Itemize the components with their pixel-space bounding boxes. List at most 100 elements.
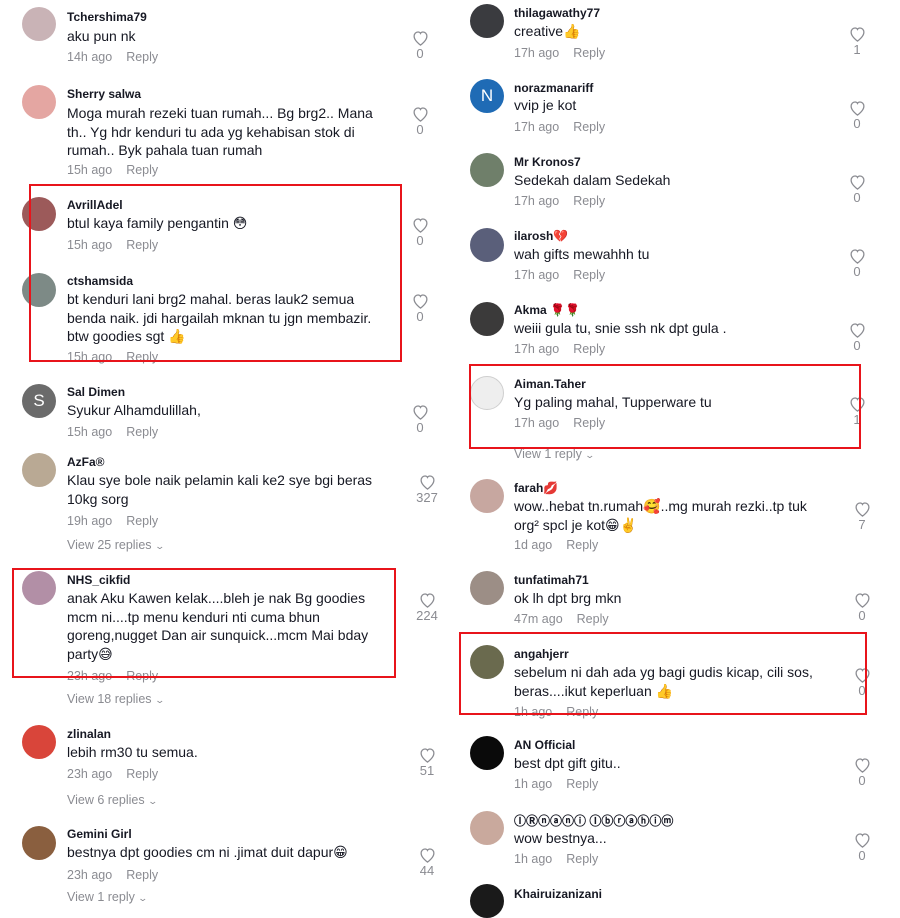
like-button[interactable]: 327	[415, 474, 439, 506]
reply-button[interactable]: Reply	[566, 852, 598, 866]
avatar[interactable]	[22, 197, 56, 231]
reply-button[interactable]: Reply	[566, 705, 598, 719]
avatar[interactable]	[22, 571, 56, 605]
avatar[interactable]	[22, 85, 56, 119]
comment-username[interactable]: Sherry salwa	[67, 87, 141, 101]
reply-button[interactable]: Reply	[573, 120, 605, 134]
like-button[interactable]: 44	[415, 847, 439, 879]
like-button[interactable]: 1	[845, 26, 869, 58]
heart-icon	[854, 668, 870, 683]
avatar[interactable]	[22, 725, 56, 759]
comment-username[interactable]: Khairuizanizani	[514, 887, 602, 901]
like-count: 0	[858, 773, 866, 788]
comment-username[interactable]: ⒾⓇⓝⓐⓝⓘ Ⓘⓑⓡⓐⓗⓘⓜ	[514, 812, 673, 829]
avatar[interactable]	[470, 884, 504, 918]
like-count: 0	[858, 683, 866, 698]
avatar[interactable]	[470, 302, 504, 336]
comment-username[interactable]: zlinalan	[67, 727, 111, 741]
comment-text: Moga murah rezeki tuan rumah... Bg brg2.…	[67, 105, 373, 158]
heart-icon	[854, 833, 870, 848]
avatar[interactable]	[470, 571, 504, 605]
heart-icon	[419, 848, 435, 863]
comment-meta: 47m ago Reply	[514, 612, 609, 626]
like-button[interactable]: 0	[408, 106, 432, 138]
comment-meta: 1d ago Reply	[514, 538, 598, 552]
like-button[interactable]: 0	[850, 667, 874, 699]
comment-username[interactable]: NHS_cikfid	[67, 573, 130, 587]
comment-username[interactable]: angahjerr	[514, 647, 569, 661]
comment-username[interactable]: Mr Kronos7	[514, 155, 581, 169]
comment-username[interactable]: Aiman.Taher	[514, 377, 586, 391]
like-button[interactable]: 1	[845, 396, 869, 428]
avatar-letter: S	[33, 391, 45, 410]
view-replies-button[interactable]: View 1 reply ⌄	[67, 890, 148, 904]
avatar[interactable]	[22, 7, 56, 41]
comment-username[interactable]: ctshamsida	[67, 274, 133, 288]
comment-username[interactable]: tunfatimah71	[514, 573, 589, 587]
like-button[interactable]: 0	[845, 100, 869, 132]
chevron-down-icon: ⌄	[137, 893, 148, 903]
comment-username[interactable]: norazmanariff	[514, 81, 593, 95]
avatar[interactable]	[470, 4, 504, 38]
like-button[interactable]: 0	[845, 322, 869, 354]
reply-button[interactable]: Reply	[126, 350, 158, 364]
avatar[interactable]: N	[470, 79, 504, 113]
avatar[interactable]	[470, 376, 504, 410]
view-replies-button[interactable]: View 6 replies ⌄	[67, 793, 158, 807]
avatar[interactable]	[470, 736, 504, 770]
view-replies-button[interactable]: View 1 reply ⌄	[514, 447, 595, 461]
reply-button[interactable]: Reply	[573, 46, 605, 60]
reply-button[interactable]: Reply	[566, 538, 598, 552]
comment-username[interactable]: AN Official	[514, 738, 575, 752]
comment-time: 1d ago	[514, 538, 553, 552]
reply-button[interactable]: Reply	[126, 669, 158, 683]
reply-button[interactable]: Reply	[577, 612, 609, 626]
reply-button[interactable]: Reply	[573, 194, 605, 208]
comment-username[interactable]: ilarosh💔	[514, 229, 568, 243]
comment-username[interactable]: Gemini Girl	[67, 827, 132, 841]
comment-username[interactable]: thilagawathy77	[514, 6, 600, 20]
like-button[interactable]: 0	[850, 832, 874, 864]
reply-button[interactable]: Reply	[126, 50, 158, 64]
like-button[interactable]: 0	[408, 404, 432, 436]
like-button[interactable]: 51	[415, 747, 439, 779]
like-button[interactable]: 0	[850, 757, 874, 789]
like-button[interactable]: 0	[845, 248, 869, 280]
avatar[interactable]	[22, 273, 56, 307]
avatar[interactable]	[470, 228, 504, 262]
comment-time: 17h ago	[514, 194, 560, 208]
reply-button[interactable]: Reply	[573, 416, 605, 430]
reply-button[interactable]: Reply	[126, 163, 158, 177]
reply-button[interactable]: Reply	[126, 238, 158, 252]
avatar[interactable]	[470, 153, 504, 187]
comment-username[interactable]: AvrillAdel	[67, 198, 123, 212]
comment-username[interactable]: AzFa®	[67, 455, 105, 469]
reply-button[interactable]: Reply	[573, 268, 605, 282]
view-replies-button[interactable]: View 25 replies ⌄	[67, 538, 165, 552]
reply-button[interactable]: Reply	[126, 767, 158, 781]
comment-username[interactable]: Akma 🌹🌹	[514, 303, 580, 317]
reply-button[interactable]: Reply	[566, 777, 598, 791]
comment-username[interactable]: Sal Dimen	[67, 385, 125, 399]
like-button[interactable]: 0	[845, 174, 869, 206]
comment-time: 17h ago	[514, 46, 560, 60]
comment-username[interactable]: Tchershima79	[67, 10, 147, 24]
reply-button[interactable]: Reply	[126, 514, 158, 528]
avatar[interactable]: S	[22, 384, 56, 418]
like-button[interactable]: 0	[408, 217, 432, 249]
comment-username[interactable]: farah💋	[514, 481, 558, 495]
like-button[interactable]: 7	[850, 501, 874, 533]
reply-button[interactable]: Reply	[573, 342, 605, 356]
like-button[interactable]: 0	[408, 30, 432, 62]
avatar[interactable]	[470, 811, 504, 845]
reply-button[interactable]: Reply	[126, 425, 158, 439]
like-button[interactable]: 0	[408, 293, 432, 325]
reply-button[interactable]: Reply	[126, 868, 158, 882]
avatar[interactable]	[470, 645, 504, 679]
view-replies-button[interactable]: View 18 replies ⌄	[67, 692, 165, 706]
avatar[interactable]	[470, 479, 504, 513]
avatar[interactable]	[22, 826, 56, 860]
like-button[interactable]: 224	[415, 592, 439, 624]
like-button[interactable]: 0	[850, 592, 874, 624]
avatar[interactable]	[22, 453, 56, 487]
